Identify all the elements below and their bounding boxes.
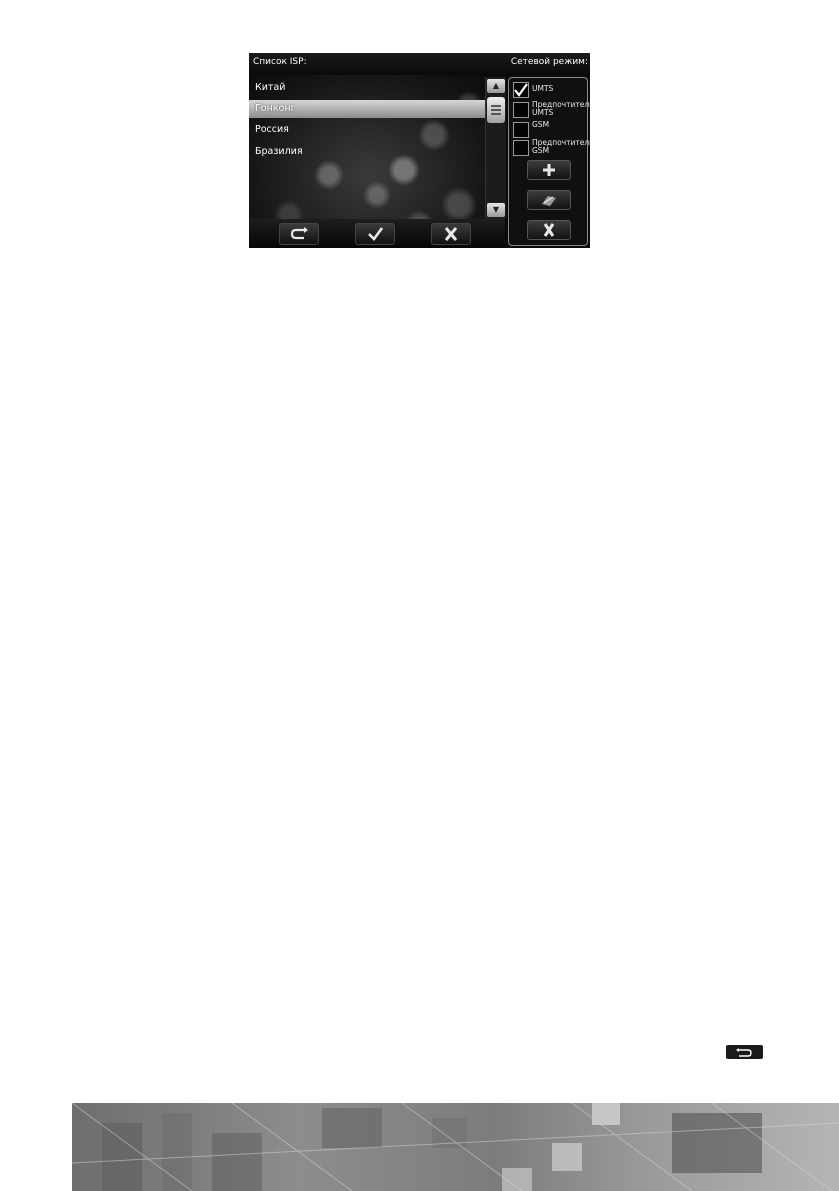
mode-label-prefer-gsm: Предпочтительные GSM — [532, 138, 590, 155]
isp-list: Китай Гонконг Россия Бразилия — [249, 77, 485, 219]
mode-option-prefer-gsm[interactable]: Предпочтительные GSM — [513, 138, 590, 160]
mode-checkbox-prefer-umts[interactable] — [513, 102, 529, 118]
scroll-down-button[interactable]: ▼ — [487, 203, 505, 217]
grip-line — [491, 113, 501, 115]
isp-list-scrollbar[interactable]: ▲ ▼ — [485, 77, 506, 219]
arrow-down-icon: ▼ — [492, 205, 500, 214]
bottom-toolbar — [249, 219, 505, 248]
confirm-button[interactable] — [355, 223, 395, 245]
decorative-footer-banner — [72, 1103, 839, 1191]
isp-list-item-label: Россия — [255, 124, 289, 135]
mode-checkbox-gsm[interactable] — [513, 122, 529, 138]
arrow-up-icon: ▲ — [492, 81, 500, 90]
network-mode-title: Сетевой режим: — [510, 57, 588, 67]
isp-list-item-label: Китай — [255, 82, 286, 93]
isp-list-item-label: Бразилия — [255, 146, 303, 157]
mode-label-umts: UMTS — [532, 84, 554, 93]
mode-option-umts[interactable]: UMTS — [513, 82, 589, 102]
isp-list-item-brazil[interactable]: Бразилия — [249, 143, 485, 161]
grip-line — [491, 105, 501, 107]
add-button[interactable] — [527, 160, 571, 180]
scroll-thumb[interactable] — [487, 97, 505, 123]
refresh-icon — [290, 227, 308, 240]
checkmark-icon — [368, 227, 384, 241]
scroll-up-button[interactable]: ▲ — [487, 79, 505, 93]
return-button-icon — [726, 1045, 763, 1059]
mode-checkbox-prefer-gsm[interactable] — [513, 140, 529, 156]
delete-icon — [543, 223, 555, 237]
edit-icon — [542, 196, 556, 206]
isp-list-item-china[interactable]: Китай — [249, 79, 485, 97]
cancel-button[interactable] — [431, 223, 471, 245]
isp-list-item-russia[interactable]: Россия — [249, 121, 485, 139]
grip-line — [491, 109, 501, 111]
mode-label-gsm: GSM — [532, 120, 550, 129]
screen-header: Список ISP: Сетевой режим: — [249, 53, 590, 75]
isp-list-item-hongkong[interactable]: Гонконг — [249, 100, 485, 118]
edit-button[interactable] — [527, 190, 571, 210]
refresh-button[interactable] — [279, 223, 319, 245]
mode-checkbox-umts[interactable] — [513, 82, 529, 98]
close-icon — [444, 227, 458, 241]
return-icon — [736, 1048, 752, 1057]
device-screen: Список ISP: Сетевой режим: Китай Гонконг… — [249, 53, 590, 248]
delete-button[interactable] — [527, 220, 571, 240]
isp-list-item-label: Гонконг — [255, 103, 296, 114]
plus-icon — [543, 164, 555, 176]
isp-list-title: Список ISP: — [253, 57, 307, 67]
footer-pattern — [72, 1103, 839, 1191]
mode-label-prefer-umts: Предпочтительные UMTS — [532, 100, 590, 117]
mode-option-prefer-umts[interactable]: Предпочтительные UMTS — [513, 100, 590, 122]
checkmark-icon — [514, 83, 528, 97]
network-mode-panel: UMTS Предпочтительные UMTS GSM Предпочти… — [508, 77, 590, 246]
